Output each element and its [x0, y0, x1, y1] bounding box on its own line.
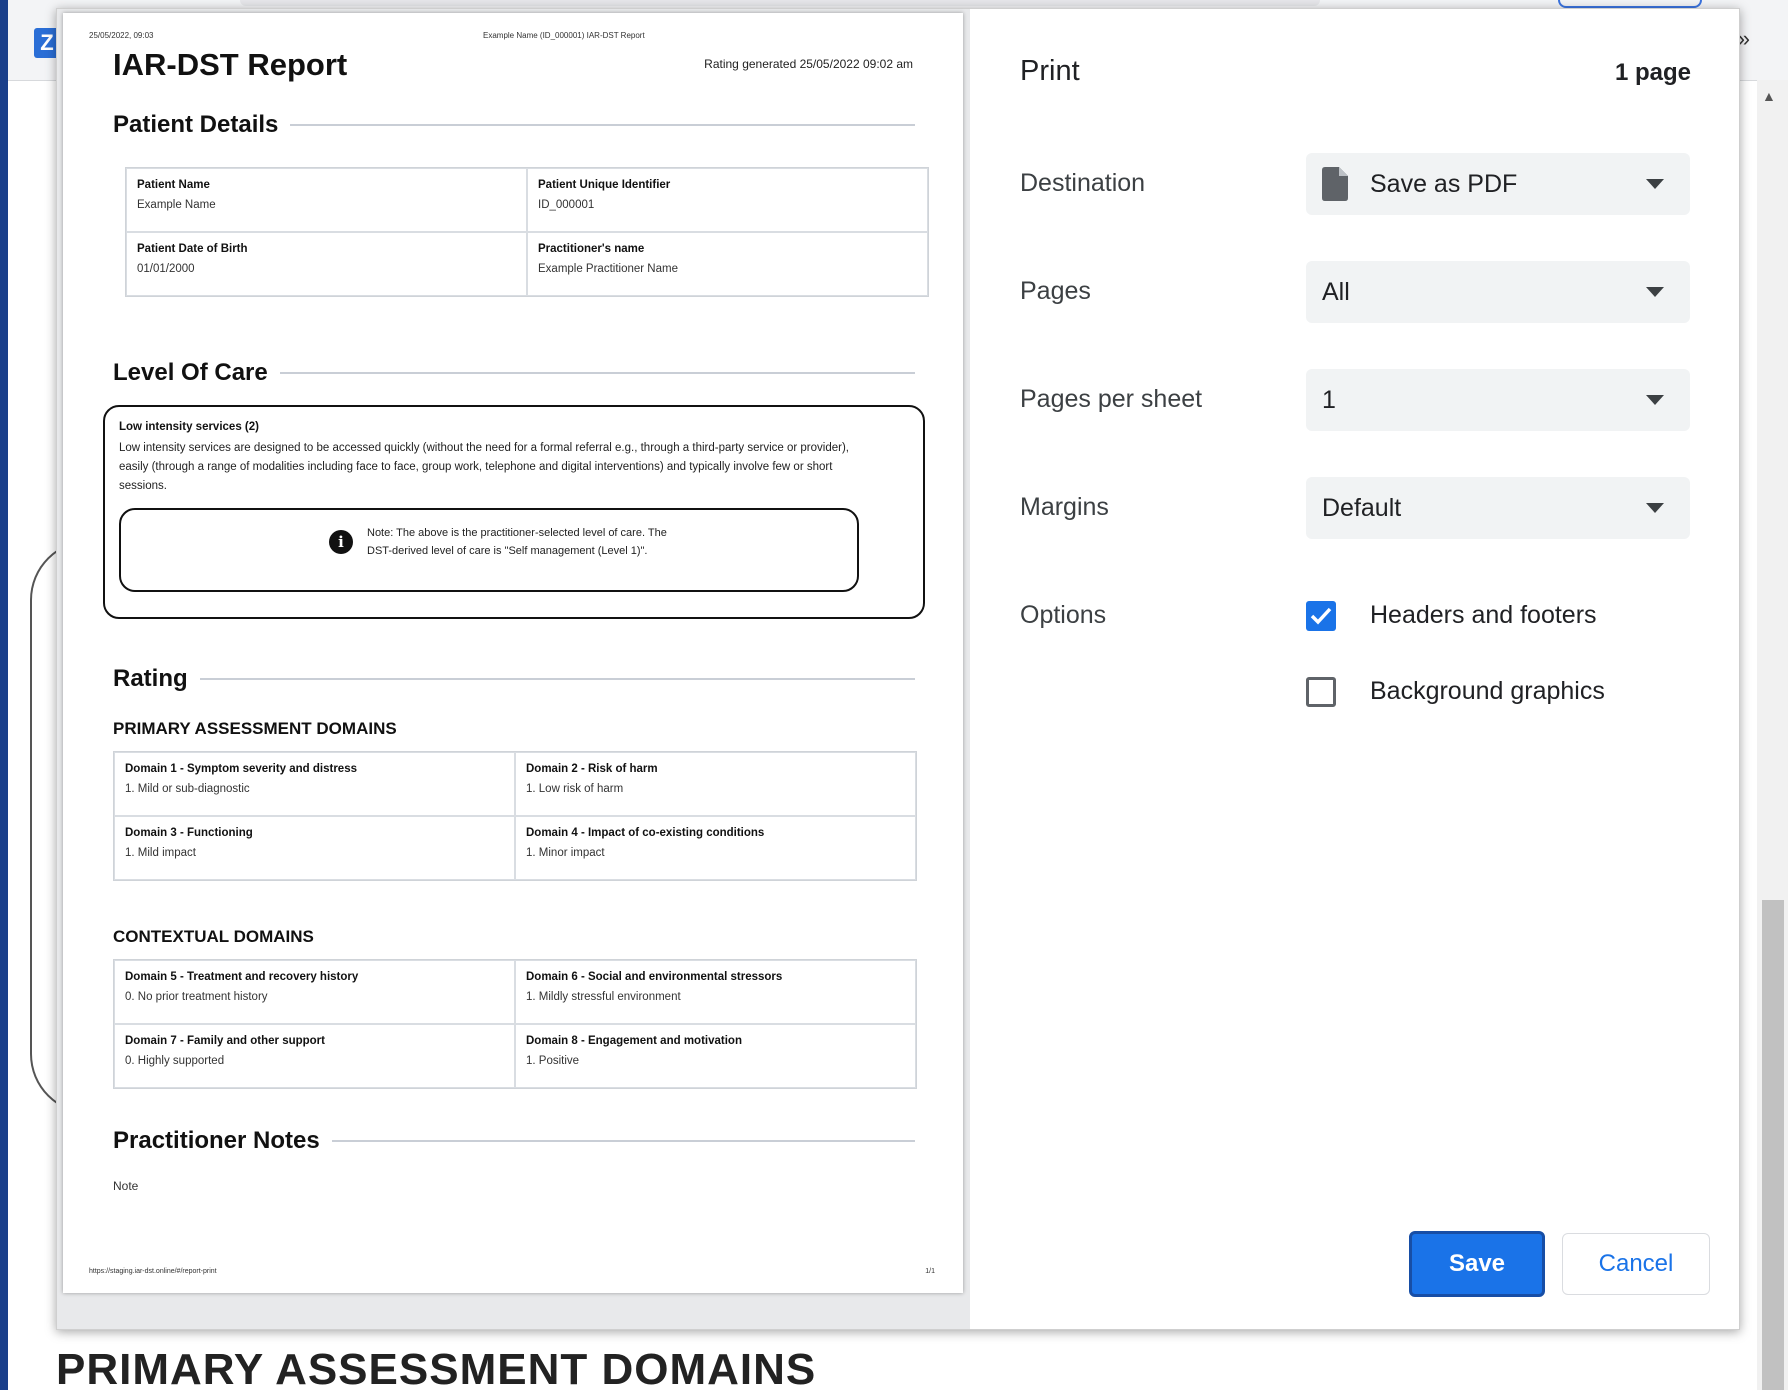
preview-page: 25/05/2022, 09:03 Example Name (ID_00000… — [63, 13, 963, 1293]
destination-label: Destination — [1020, 169, 1146, 197]
pages-per-sheet-label: Pages per sheet — [1020, 385, 1203, 413]
window-edge — [0, 0, 8, 1390]
chevron-down-icon — [1646, 287, 1664, 297]
report-title: IAR-DST Report — [113, 47, 348, 82]
table-cell: Domain 6 - Social and environmental stre… — [515, 960, 916, 1024]
page-footer-count: 1/1 — [925, 1268, 935, 1275]
options-label: Options — [1020, 601, 1107, 629]
level-of-care-card: Low intensity services (2) Low intensity… — [103, 405, 925, 619]
destination-select[interactable]: Save as PDF — [1306, 153, 1690, 215]
table-cell: Patient Name Example Name — [126, 168, 527, 232]
page-scrollbar-thumb[interactable] — [1762, 900, 1784, 1390]
note-text: Note: The above is the practitioner-sele… — [367, 527, 667, 557]
app-search-field[interactable] — [240, 0, 1320, 6]
table-cell: Domain 3 - Functioning 1. Mild impact — [114, 816, 515, 880]
margins-select[interactable]: Default — [1306, 477, 1690, 539]
table-cell: Domain 5 - Treatment and recovery histor… — [114, 960, 515, 1024]
level-of-care-description: Low intensity services are designed to b… — [119, 442, 849, 492]
checkmark-icon — [1310, 607, 1332, 625]
table-cell: Domain 4 - Impact of co-existing conditi… — [515, 816, 916, 880]
practitioner-notes-text: Note — [113, 1179, 139, 1193]
page-section-heading: PRIMARY ASSESSMENT DOMAINS — [56, 1345, 817, 1394]
table-cell: Patient Date of Birth 01/01/2000 — [126, 232, 527, 296]
print-settings-panel: Print 1 page Destination Save as PDF Pag… — [970, 9, 1739, 1329]
print-preview: 25/05/2022, 09:03 Example Name (ID_00000… — [57, 9, 970, 1329]
file-icon — [1322, 167, 1348, 201]
level-of-care-title: Low intensity services (2) — [119, 421, 259, 433]
pages-per-sheet-select[interactable]: 1 — [1306, 369, 1690, 431]
chevron-down-icon — [1646, 395, 1664, 405]
headers-footers-checkbox[interactable] — [1306, 601, 1336, 631]
primary-domains-table: Domain 1 - Symptom severity and distress… — [113, 751, 917, 881]
table-cell: Domain 1 - Symptom severity and distress… — [114, 752, 515, 816]
background-graphics-checkbox[interactable] — [1306, 677, 1336, 707]
page-header-title: Example Name (ID_000001) IAR-DST Report — [483, 31, 645, 40]
print-dialog: 25/05/2022, 09:03 Example Name (ID_00000… — [56, 8, 1740, 1330]
cancel-button[interactable]: Cancel — [1562, 1233, 1710, 1295]
save-button[interactable]: Save — [1409, 1231, 1545, 1297]
level-of-care-heading: Level Of Care — [113, 359, 915, 387]
page-footer-url: https://staging.iar-dst.online/#/report-… — [89, 1268, 217, 1275]
table-cell: Patient Unique Identifier ID_000001 — [527, 168, 928, 232]
table-cell: Domain 7 - Family and other support 0. Hi… — [114, 1024, 515, 1088]
page-header-date: 25/05/2022, 09:03 — [89, 31, 154, 40]
app-toolbar-button[interactable] — [1558, 0, 1702, 8]
table-cell: Practitioner's name Example Practitioner … — [527, 232, 928, 296]
pages-label: Pages — [1020, 277, 1091, 305]
chevron-down-icon — [1646, 179, 1664, 189]
table-cell: Domain 8 - Engagement and motivation 1. P… — [515, 1024, 916, 1088]
patient-details-table: Patient Name Example Name Patient Unique … — [125, 167, 929, 297]
table-cell: Domain 2 - Risk of harm 1. Low risk of ha… — [515, 752, 916, 816]
scroll-up-arrow-icon[interactable]: ▲ — [1762, 88, 1776, 104]
page-count: 1 page — [1614, 59, 1691, 86]
practitioner-notes-heading: Practitioner Notes — [113, 1127, 915, 1155]
primary-domains-heading: PRIMARY ASSESSMENT DOMAINS — [113, 719, 397, 738]
background-graphics-label[interactable]: Background graphics — [1370, 677, 1605, 706]
rating-heading: Rating — [113, 665, 915, 693]
chevron-down-icon — [1646, 503, 1664, 513]
rating-generated: Rating generated 25/05/2022 09:02 am — [704, 57, 913, 71]
pages-select[interactable]: All — [1306, 261, 1690, 323]
margins-label: Margins — [1020, 493, 1109, 521]
print-title: Print — [1020, 55, 1080, 87]
contextual-domains-table: Domain 5 - Treatment and recovery histor… — [113, 959, 917, 1089]
level-of-care-note: i Note: The above is the practitioner-se… — [119, 508, 859, 592]
headers-footers-label[interactable]: Headers and footers — [1370, 601, 1597, 630]
info-icon: i — [329, 530, 353, 554]
contextual-domains-heading: CONTEXTUAL DOMAINS — [113, 927, 314, 946]
patient-details-heading: Patient Details — [113, 111, 915, 139]
